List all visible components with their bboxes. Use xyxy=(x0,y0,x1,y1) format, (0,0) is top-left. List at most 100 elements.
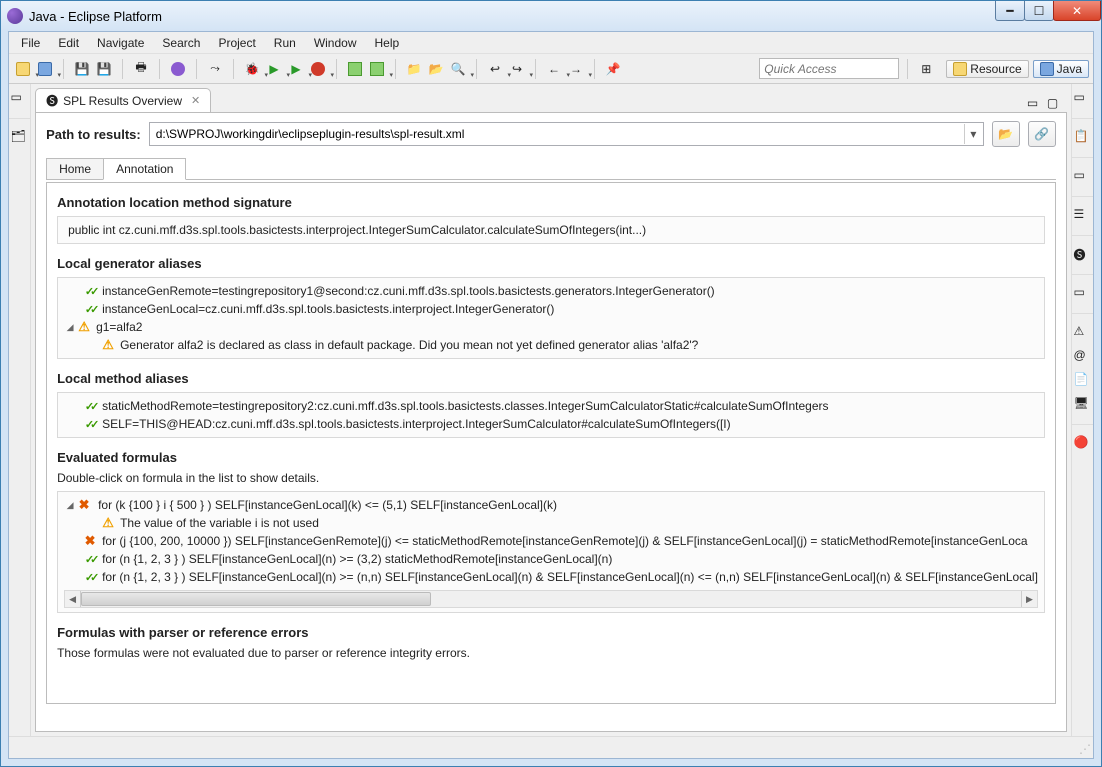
generator-item[interactable]: instanceGenRemote=testingrepository1@sec… xyxy=(64,282,1038,300)
menu-search[interactable]: Search xyxy=(154,34,208,52)
annotation-prev-button[interactable]: ↩ xyxy=(485,59,505,79)
formula-detail[interactable]: The value of the variable i is not used xyxy=(64,514,1038,532)
collapse-icon[interactable]: ◢ xyxy=(64,322,76,333)
back-button[interactable]: ← xyxy=(544,59,564,79)
error-log-icon[interactable]: 🔴 xyxy=(1073,435,1091,453)
javadoc-icon[interactable]: @ xyxy=(1073,348,1091,366)
search-button[interactable]: 🔍 xyxy=(448,59,468,79)
new-package-button[interactable] xyxy=(35,59,55,79)
perspective-resource[interactable]: Resource xyxy=(946,60,1028,78)
new-java-package-button[interactable] xyxy=(367,59,387,79)
heading-annotation-location: Annotation location method signature xyxy=(57,195,1045,210)
restore-view-icon[interactable]: ▭ xyxy=(1073,285,1091,303)
build-button[interactable] xyxy=(168,59,188,79)
menu-edit[interactable]: Edit xyxy=(50,34,87,52)
scroll-left-icon[interactable]: ◀ xyxy=(65,591,81,607)
perspective-java[interactable]: Java xyxy=(1033,60,1089,78)
content-scroll[interactable]: Annotation location method signature pub… xyxy=(46,182,1056,704)
run-last-button[interactable]: ▶ xyxy=(286,59,306,79)
scrollbar-thumb[interactable] xyxy=(81,592,431,606)
console-icon[interactable]: 🖥 xyxy=(1073,396,1091,414)
open-perspective-button[interactable]: ⊞ xyxy=(916,59,936,79)
formula-list: ◢for (k {100 } i { 500 } ) SELF[instance… xyxy=(57,491,1045,613)
menu-run[interactable]: Run xyxy=(266,34,304,52)
browse-button[interactable]: 📂 xyxy=(992,121,1020,147)
spl-icon: 🅢 xyxy=(46,92,58,109)
path-input[interactable] xyxy=(149,122,984,146)
problems-icon[interactable]: ⚠ xyxy=(1073,324,1091,342)
menu-project[interactable]: Project xyxy=(210,34,263,52)
generator-item[interactable]: ◢g1=alfa2 xyxy=(64,318,1038,336)
menu-navigate[interactable]: Navigate xyxy=(89,34,152,52)
statusbar: ⋰ xyxy=(9,736,1093,758)
package-explorer-icon[interactable]: 🗂 xyxy=(11,129,29,147)
restore-view-icon[interactable]: ▭ xyxy=(11,90,29,108)
view-tab-spl-results[interactable]: 🅢 SPL Results Overview ✕ xyxy=(35,88,211,112)
declaration-icon[interactable]: 📄 xyxy=(1073,372,1091,390)
refresh-button[interactable]: 🔗 xyxy=(1028,121,1056,147)
subtab-annotation[interactable]: Annotation xyxy=(103,158,186,180)
annotation-next-button[interactable]: ↪ xyxy=(507,59,527,79)
debug-skip-button[interactable]: ⤳ xyxy=(205,59,225,79)
print-button[interactable]: 🖶 xyxy=(131,59,151,79)
warning-icon xyxy=(100,515,116,531)
menu-window[interactable]: Window xyxy=(306,34,365,52)
heading-local-generators: Local generator aliases xyxy=(57,256,1045,271)
titlebar: Java - Eclipse Platform ━ ☐ ✕ xyxy=(1,1,1101,31)
save-button[interactable]: 💾 xyxy=(72,59,92,79)
eclipse-icon xyxy=(7,8,23,24)
resize-grip-icon[interactable]: ⋰ xyxy=(1079,742,1089,756)
maximize-view-button[interactable]: ▢ xyxy=(1047,96,1063,112)
horizontal-scrollbar[interactable]: ◀ ▶ xyxy=(64,590,1038,608)
restore-view-icon[interactable]: ▭ xyxy=(1073,90,1091,108)
subtabs: Home Annotation xyxy=(46,157,1056,180)
close-tab-icon[interactable]: ✕ xyxy=(191,94,200,107)
signature-box: public int cz.cuni.mff.d3s.spl.tools.bas… xyxy=(57,216,1045,244)
formula-item[interactable]: for (n {1, 2, 3 } ) SELF[instanceGenLoca… xyxy=(64,550,1038,568)
minimize-button[interactable]: ━ xyxy=(995,1,1025,21)
pin-editor-button[interactable]: 📌 xyxy=(603,59,623,79)
view-body: Path to results: ▾ 📂 🔗 Home Annotation xyxy=(35,112,1067,732)
heading-evaluated-formulas: Evaluated formulas xyxy=(57,450,1045,465)
subtab-home[interactable]: Home xyxy=(46,158,104,180)
formula-item[interactable]: for (j {100, 200, 10000 }) SELF[instance… xyxy=(64,532,1038,550)
formula-item[interactable]: ◢for (k {100 } i { 500 } ) SELF[instance… xyxy=(64,496,1038,514)
outline-icon[interactable]: ☰ xyxy=(1073,207,1091,225)
task-list-icon[interactable]: 📋 xyxy=(1073,129,1091,147)
app-frame: File Edit Navigate Search Project Run Wi… xyxy=(8,31,1094,759)
ok-icon xyxy=(82,416,98,432)
path-dropdown-icon[interactable]: ▾ xyxy=(964,124,982,144)
quick-access-input[interactable] xyxy=(759,58,899,79)
view-tab-label: SPL Results Overview xyxy=(63,94,182,108)
maximize-button[interactable]: ☐ xyxy=(1024,1,1054,21)
debug-button[interactable]: 🐞 xyxy=(242,59,262,79)
collapse-icon[interactable]: ◢ xyxy=(64,500,76,511)
warning-icon xyxy=(76,319,92,335)
warning-icon xyxy=(100,337,116,353)
run-button[interactable]: ▶ xyxy=(264,59,284,79)
minimize-view-button[interactable]: ▭ xyxy=(1027,96,1043,112)
restore-view-icon[interactable]: ▭ xyxy=(1073,168,1091,186)
new-java-class-button[interactable] xyxy=(345,59,365,79)
generator-item[interactable]: instanceGenLocal=cz.cuni.mff.d3s.spl.too… xyxy=(64,300,1038,318)
window-title: Java - Eclipse Platform xyxy=(29,9,162,24)
right-trim-stack: ▭ 📋 ▭ ☰ 🅢 ▭ ⚠ @ 📄 🖥 🔴 xyxy=(1071,84,1093,736)
spl-icon[interactable]: 🅢 xyxy=(1073,246,1091,264)
new-button[interactable] xyxy=(13,59,33,79)
generator-detail[interactable]: Generator alfa2 is declared as class in … xyxy=(64,336,1038,354)
scroll-right-icon[interactable]: ▶ xyxy=(1021,591,1037,607)
open-task-button[interactable]: 📂 xyxy=(426,59,446,79)
method-item[interactable]: staticMethodRemote=testingrepository2:cz… xyxy=(64,397,1038,415)
external-tools-button[interactable] xyxy=(308,59,328,79)
close-button[interactable]: ✕ xyxy=(1053,1,1101,21)
ok-icon xyxy=(82,301,98,317)
forward-button[interactable]: → xyxy=(566,59,586,79)
menu-file[interactable]: File xyxy=(13,34,48,52)
formula-item[interactable]: for (n {1, 2, 3 } ) SELF[instanceGenLoca… xyxy=(64,568,1038,586)
menu-help[interactable]: Help xyxy=(367,34,408,52)
open-type-button[interactable]: 📁 xyxy=(404,59,424,79)
method-item[interactable]: SELF=THIS@HEAD:cz.cuni.mff.d3s.spl.tools… xyxy=(64,415,1038,433)
ok-icon xyxy=(82,283,98,299)
save-all-button[interactable]: 💾 xyxy=(94,59,114,79)
workarea: ▭ 🗂 🅢 SPL Results Overview ✕ ▭ ▢ xyxy=(9,84,1093,736)
